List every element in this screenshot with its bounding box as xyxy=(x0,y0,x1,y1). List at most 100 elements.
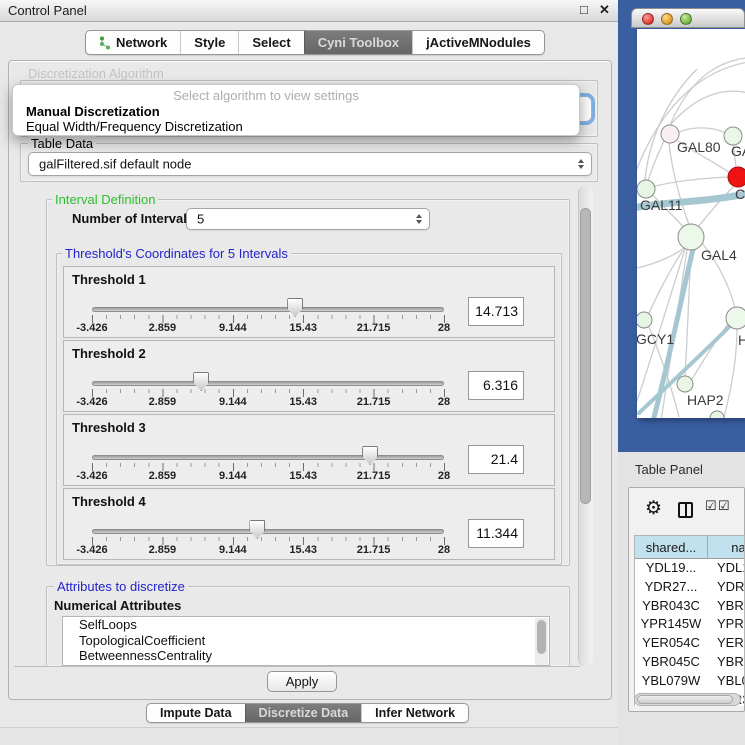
close-traffic-light-icon[interactable] xyxy=(642,13,654,25)
tick-label: 28 xyxy=(438,322,450,334)
float-window-icon[interactable]: □ xyxy=(580,2,588,17)
table-row[interactable]: YER054C YER0 xyxy=(635,634,745,653)
table-data-group-title: Table Data xyxy=(28,136,96,151)
tick-label: 15.43 xyxy=(289,470,317,482)
table-row[interactable]: YDR27... YDR2 xyxy=(635,578,745,597)
threshold-value-field[interactable]: 14.713 xyxy=(468,297,524,326)
tick-label: 21.715 xyxy=(357,470,391,482)
tab-infer-network[interactable]: Infer Network xyxy=(361,704,468,722)
algorithm-option-equal-width[interactable]: Equal Width/Frequency Discretization xyxy=(26,119,243,134)
discretization-algorithm-group-title: Discretization Algorithm xyxy=(28,66,164,81)
table-panel-title: Table Panel xyxy=(635,462,703,477)
attribute-list-item[interactable]: SelfLoops xyxy=(63,617,549,633)
status-strip xyxy=(0,727,618,745)
table-row[interactable]: YPR145W YPR1 xyxy=(635,615,745,634)
threshold-value-field[interactable]: 11.344 xyxy=(468,519,524,548)
algorithm-prompt-item[interactable]: Select algorithm to view settings xyxy=(13,88,519,103)
tick-label: 28 xyxy=(438,470,450,482)
network-canvas[interactable]: GAL80GACGAL11GAL4GCY1HHAP2 xyxy=(637,29,745,418)
checkbox-icon[interactable]: ☑ xyxy=(718,498,730,514)
graph-node-label: GAL80 xyxy=(677,139,721,155)
zoom-traffic-light-icon[interactable] xyxy=(680,13,692,25)
threshold-value-field[interactable]: 21.4 xyxy=(468,445,524,474)
cell-shared-name: YPR145W xyxy=(635,615,708,634)
table-hscrollbar-thumb[interactable] xyxy=(637,695,733,704)
column-selector-icon[interactable] xyxy=(678,502,693,518)
attribute-list-item[interactable]: TopologicalCoefficient xyxy=(63,633,549,649)
threshold-coordinates-group-title: Threshold's Coordinates for 5 Intervals xyxy=(62,246,291,261)
bottom-tab-bar: Impute Data Discretize DataInfer Network xyxy=(146,703,469,723)
number-of-intervals-combo[interactable]: 5 xyxy=(186,208,430,230)
threshold-slider-track[interactable] xyxy=(92,307,444,312)
close-icon[interactable]: ✕ xyxy=(599,2,610,18)
tick-label: 21.715 xyxy=(357,544,391,556)
threshold-value-field[interactable]: 6.316 xyxy=(468,371,524,400)
cell-shared-name: YBR045C xyxy=(635,653,708,672)
tab-impute-data[interactable]: Impute Data xyxy=(147,704,245,722)
numerical-attributes-list[interactable]: SelfLoopsTopologicalCoefficientBetweenne… xyxy=(62,616,550,666)
graph-node-hap2[interactable] xyxy=(677,376,693,392)
column-header-name[interactable]: name xyxy=(708,536,745,559)
algorithm-option-manual[interactable]: Manual Discretization xyxy=(26,104,160,119)
graph-node-gal11[interactable] xyxy=(637,180,655,198)
tab-discretize-data[interactable]: Discretize Data xyxy=(245,704,362,722)
table-panel: Table Panel ⚙ ☑ ☑ shared... name YDL19..… xyxy=(618,452,745,745)
tick-label: 2.859 xyxy=(149,396,177,408)
graph-node-h[interactable] xyxy=(726,307,745,329)
tab-cyni-toolbox[interactable]: Cyni Toolbox xyxy=(304,31,412,54)
attribute-list-item[interactable]: BetweennessCentrality xyxy=(63,648,549,664)
table-header-row: shared... name xyxy=(635,536,745,559)
tab-select[interactable]: Select xyxy=(238,31,303,54)
tab-network[interactable]: Network xyxy=(86,31,180,54)
table-row[interactable]: YBR043C YBR0 xyxy=(635,597,745,616)
tick-label: 28 xyxy=(438,544,450,556)
tick-label: -3.426 xyxy=(76,544,107,556)
tab-label: Impute Data xyxy=(160,706,232,720)
graph-node-gcy1[interactable] xyxy=(637,312,652,328)
tab-jactivemnodules[interactable]: jActiveMNodules xyxy=(412,31,544,54)
table-row[interactable]: YBL079W YBL0 xyxy=(635,672,745,691)
graph-node-label: H xyxy=(738,332,745,348)
scroll-viewport-divider xyxy=(14,666,580,667)
attributes-scrollbar-track[interactable] xyxy=(535,618,548,666)
numerical-attributes-label: Numerical Attributes xyxy=(54,598,181,613)
table-hscrollbar-track[interactable] xyxy=(634,693,741,706)
attributes-scrollbar-thumb[interactable] xyxy=(537,620,546,654)
table-row[interactable]: YBR045C YBR0 xyxy=(635,653,745,672)
graph-node[interactable] xyxy=(710,411,724,418)
table-data-combo-value: galFiltered.sif default node xyxy=(39,157,191,172)
apply-button[interactable]: Apply xyxy=(267,671,337,692)
threshold-row: Threshold 4 -3.4262.8599.14415.4321.7152… xyxy=(63,488,555,560)
table-row[interactable]: YDL19... YDL1 xyxy=(635,559,745,578)
threshold-slider-track[interactable] xyxy=(92,455,444,460)
table-data-combo[interactable]: galFiltered.sif default node xyxy=(28,152,592,176)
graph-node-label: GAL11 xyxy=(640,197,683,213)
tab-style[interactable]: Style xyxy=(180,31,238,54)
cell-name: YBR0 xyxy=(708,653,745,672)
network-graph: GAL80GACGAL11GAL4GCY1HHAP2 xyxy=(637,29,745,418)
network-window-titlebar[interactable] xyxy=(631,8,745,28)
minimize-traffic-light-icon[interactable] xyxy=(661,13,673,25)
cell-shared-name: YBL079W xyxy=(635,672,708,691)
column-header-shared-name[interactable]: shared... xyxy=(635,536,708,559)
threshold-row: Threshold 1 -3.4262.8599.14415.4321.7152… xyxy=(63,266,555,338)
threshold-slider-track[interactable] xyxy=(92,381,444,386)
threshold-slider-track[interactable] xyxy=(92,529,444,534)
number-of-intervals-value: 5 xyxy=(197,212,204,227)
attribute-items-host: SelfLoopsTopologicalCoefficientBetweenne… xyxy=(63,617,549,664)
cell-shared-name: YER054C xyxy=(635,634,708,653)
graph-node-c[interactable] xyxy=(728,167,745,187)
cell-name: YPR1 xyxy=(708,615,745,634)
gear-icon[interactable]: ⚙ xyxy=(645,497,662,520)
tick-label: 9.144 xyxy=(219,544,247,556)
tick-label: 28 xyxy=(438,396,450,408)
tick-label: 15.43 xyxy=(289,396,317,408)
graph-node-label: GA xyxy=(731,143,745,159)
panel-scrollbar-thumb[interactable] xyxy=(580,208,591,504)
tick-label: -3.426 xyxy=(76,322,107,334)
tick-label: 21.715 xyxy=(357,322,391,334)
checkbox-icon[interactable]: ☑ xyxy=(705,498,717,514)
cell-name: YDL1 xyxy=(708,559,745,578)
tick-label: 15.43 xyxy=(289,322,317,334)
threshold-label: Threshold 3 xyxy=(72,420,146,435)
